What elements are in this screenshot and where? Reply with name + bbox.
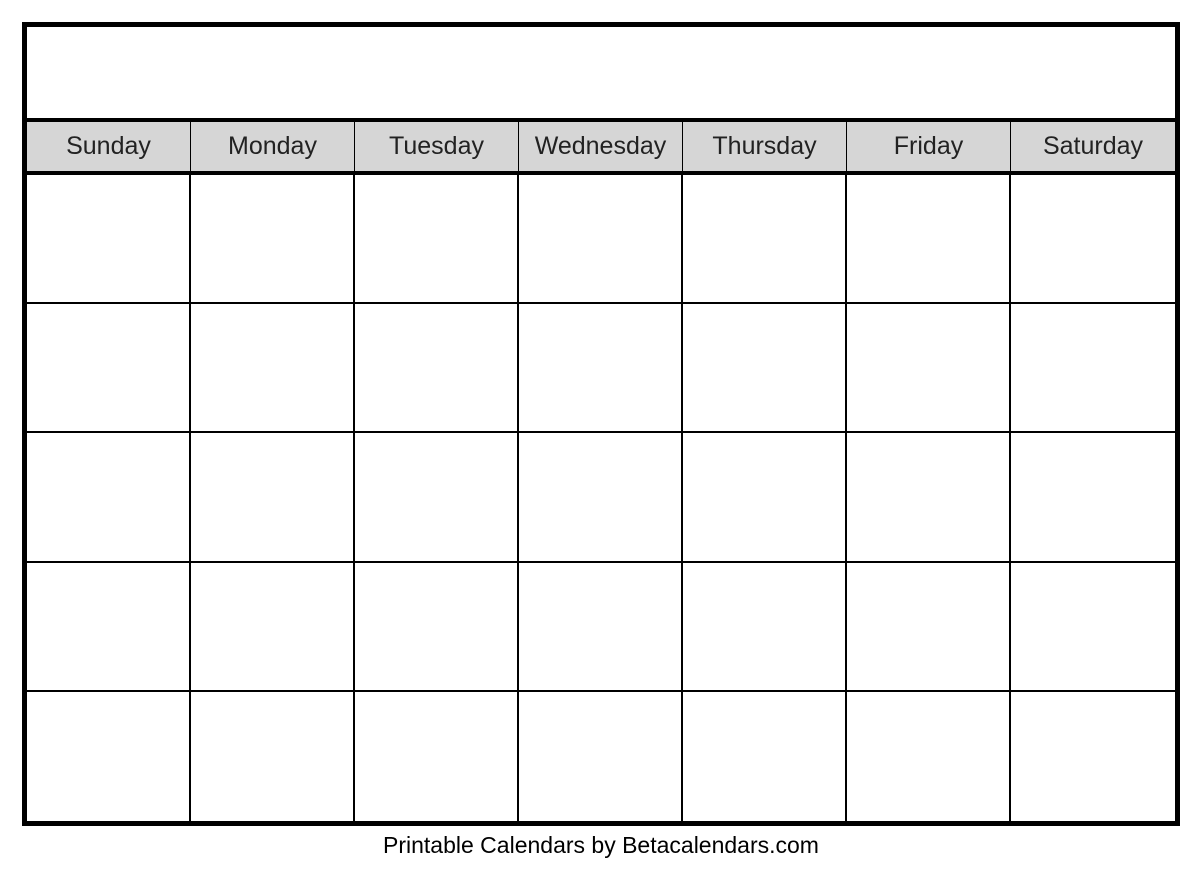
day-cell [191,563,355,690]
day-cell [1011,304,1175,431]
week-row [27,175,1175,304]
day-cell [1011,692,1175,821]
day-header-wednesday: Wednesday [519,122,683,171]
day-cell [27,563,191,690]
day-cell [27,692,191,821]
day-cell [847,692,1011,821]
day-cell [27,304,191,431]
day-cell [683,563,847,690]
day-header-tuesday: Tuesday [355,122,519,171]
week-row [27,433,1175,562]
day-cell [519,563,683,690]
day-cell [847,433,1011,560]
day-header-friday: Friday [847,122,1011,171]
calendar-title-bar [27,27,1175,122]
day-cell [355,692,519,821]
days-of-week-header: Sunday Monday Tuesday Wednesday Thursday… [27,122,1175,175]
day-cell [27,175,191,302]
day-cell [355,175,519,302]
day-cell [355,304,519,431]
day-cell [1011,175,1175,302]
day-cell [519,304,683,431]
week-row [27,563,1175,692]
day-cell [191,692,355,821]
day-cell [191,433,355,560]
day-cell [27,433,191,560]
calendar-grid [27,175,1175,821]
calendar-container: Sunday Monday Tuesday Wednesday Thursday… [22,22,1180,826]
day-header-saturday: Saturday [1011,122,1175,171]
day-cell [847,563,1011,690]
week-row [27,304,1175,433]
day-header-thursday: Thursday [683,122,847,171]
day-cell [1011,433,1175,560]
day-header-sunday: Sunday [27,122,191,171]
day-cell [519,175,683,302]
week-row [27,692,1175,821]
footer-credit: Printable Calendars by Betacalendars.com [22,826,1180,869]
day-cell [683,433,847,560]
day-header-monday: Monday [191,122,355,171]
day-cell [847,175,1011,302]
day-cell [847,304,1011,431]
day-cell [683,692,847,821]
day-cell [519,433,683,560]
day-cell [355,433,519,560]
day-cell [191,304,355,431]
day-cell [355,563,519,690]
day-cell [191,175,355,302]
day-cell [683,304,847,431]
day-cell [683,175,847,302]
day-cell [1011,563,1175,690]
day-cell [519,692,683,821]
